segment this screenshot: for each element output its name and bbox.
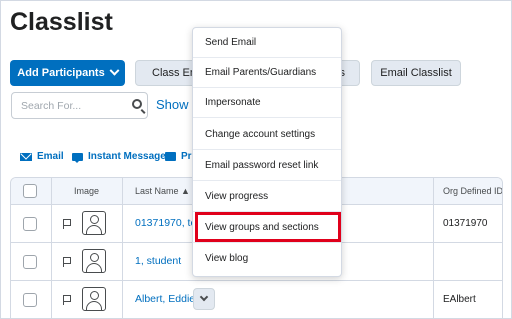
instant-message-action[interactable]: Instant Message	[72, 151, 166, 163]
menu-item-change-account-settings[interactable]: Change account settings	[193, 120, 341, 150]
show-search-options-link[interactable]: Show S	[156, 97, 196, 112]
instant-message-label: Instant Message	[88, 151, 166, 162]
chat-icon	[72, 152, 83, 163]
table-row: Albert, Eddie EAlbert	[11, 281, 502, 319]
row-actions-dropdown[interactable]	[193, 288, 215, 310]
email-action[interactable]: Email	[20, 151, 64, 162]
flag-icon[interactable]	[63, 257, 71, 267]
search-icon[interactable]	[132, 99, 142, 109]
flag-icon[interactable]	[63, 295, 71, 305]
user-avatar-icon	[82, 287, 106, 311]
email-classlist-label: Email Classlist	[380, 67, 452, 79]
printer-icon	[165, 152, 176, 161]
org-defined-id: 01371970	[443, 218, 488, 229]
add-participants-label: Add Participants	[17, 67, 105, 79]
menu-item-impersonate[interactable]: Impersonate	[193, 88, 341, 118]
menu-item-email-parents-guardians[interactable]: Email Parents/Guardians	[193, 58, 341, 88]
student-name-link[interactable]: 01371970, te	[135, 217, 196, 229]
chevron-down-icon	[109, 65, 120, 76]
row-checkbox[interactable]	[23, 293, 37, 307]
page-title: Classlist	[10, 8, 113, 36]
select-all-checkbox[interactable]	[23, 184, 37, 198]
highlight-box	[195, 212, 341, 242]
student-name-link[interactable]: 1, student	[135, 255, 181, 267]
flag-icon[interactable]	[63, 219, 71, 229]
menu-item-email-password-reset-link[interactable]: Email password reset link	[193, 151, 341, 181]
search-box	[11, 92, 148, 119]
menu-item-send-email[interactable]: Send Email	[193, 28, 341, 58]
menu-item-view-blog[interactable]: View blog	[193, 244, 341, 274]
email-classlist-button[interactable]: Email Classlist	[371, 60, 461, 86]
email-action-label: Email	[37, 151, 64, 162]
add-participants-button[interactable]: Add Participants	[10, 60, 125, 86]
envelope-icon	[20, 152, 32, 161]
row-checkbox[interactable]	[23, 255, 37, 269]
student-name-link[interactable]: Albert, Eddie	[135, 293, 195, 305]
row-checkbox[interactable]	[23, 217, 37, 231]
header-org-defined-id[interactable]: Org Defined ID	[443, 186, 502, 196]
header-image: Image	[74, 186, 100, 196]
chevron-down-icon	[199, 292, 209, 302]
user-avatar-icon	[82, 249, 106, 273]
search-input[interactable]	[12, 93, 122, 118]
user-avatar-icon	[82, 211, 106, 235]
org-defined-id: EAlbert	[443, 294, 476, 305]
menu-item-view-progress[interactable]: View progress	[193, 182, 341, 212]
